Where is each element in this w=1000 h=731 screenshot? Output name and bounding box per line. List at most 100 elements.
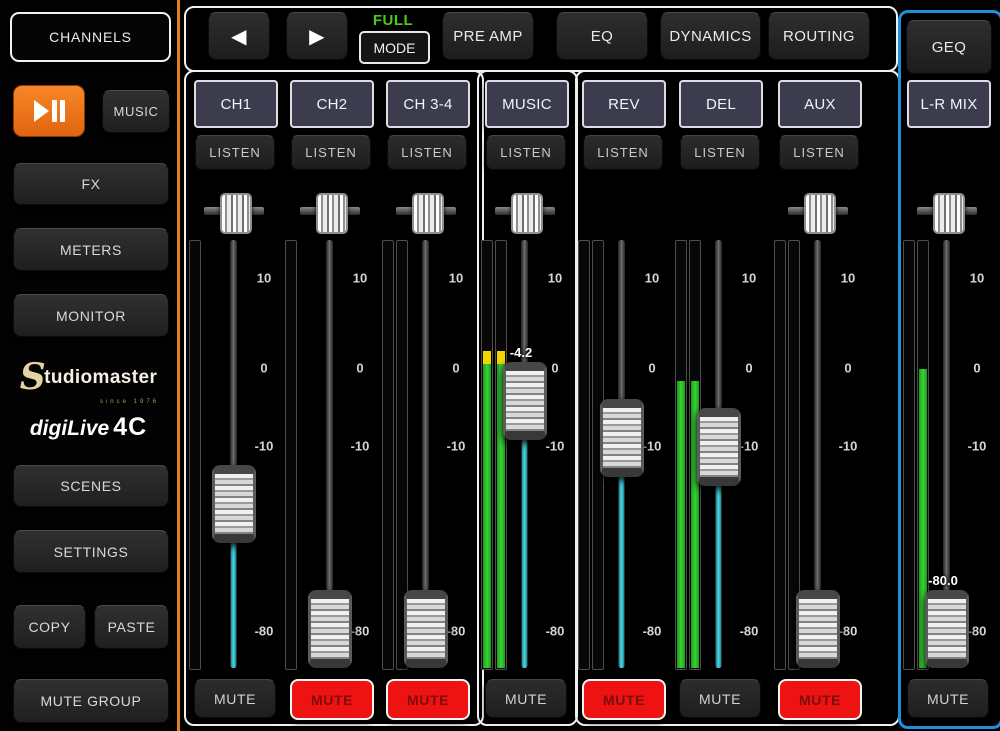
listen-button[interactable]: LISTEN <box>583 135 663 170</box>
fader-scale-label: -80 <box>731 624 767 639</box>
fader-scale-label: 10 <box>438 271 474 286</box>
level-meter <box>774 240 786 670</box>
strip-aux: AUX LISTEN 100-10-80 MUTE <box>772 0 864 731</box>
model-version: 4C <box>113 413 147 441</box>
strip-lrmix: L-R MIX 100-10-80 -80.0 MUTE <box>901 0 993 731</box>
play-pause-button[interactable] <box>13 85 85 137</box>
pan-knob[interactable] <box>933 193 965 234</box>
paste-button[interactable]: PASTE <box>94 605 169 649</box>
play-pause-icon <box>60 100 65 122</box>
brand-logo-text: tudiomaster <box>44 367 157 388</box>
play-pause-icon <box>34 100 49 122</box>
fader-scale-label: 0 <box>246 361 282 376</box>
fader-scale-label: -80 <box>634 624 670 639</box>
level-meter <box>189 240 201 670</box>
level-meter-fill <box>483 351 491 668</box>
fader-sub-track <box>231 541 236 668</box>
pan-knob[interactable] <box>412 193 444 234</box>
fader-knob[interactable] <box>925 590 969 668</box>
meter-peak-segment <box>483 351 491 364</box>
fader-knob[interactable] <box>503 362 547 440</box>
fader-scale-label: 10 <box>342 271 378 286</box>
fader-value-label: -80.0 <box>913 573 973 588</box>
fader-scale-label: 10 <box>537 271 573 286</box>
fader-scale-label: 10 <box>246 271 282 286</box>
channel-select-button[interactable]: MUSIC <box>485 80 569 128</box>
strip-rev: REV LISTEN 100-10-80 MUTE <box>576 0 668 731</box>
listen-button[interactable]: LISTEN <box>387 135 467 170</box>
pan-knob[interactable] <box>316 193 348 234</box>
listen-button[interactable]: LISTEN <box>291 135 371 170</box>
settings-button[interactable]: SETTINGS <box>13 530 169 573</box>
strip-ch1: CH1 LISTEN 100-10-80 MUTE <box>188 0 280 731</box>
mute-button[interactable]: MUTE <box>582 679 666 720</box>
channel-select-button[interactable]: CH1 <box>194 80 278 128</box>
fader-knob[interactable] <box>308 590 352 668</box>
channel-select-button[interactable]: AUX <box>778 80 862 128</box>
strip-del: DEL LISTEN 100-10-80 MUTE <box>673 0 765 731</box>
monitor-button[interactable]: MONITOR <box>13 294 169 337</box>
fader-knob[interactable] <box>697 408 741 486</box>
channels-button[interactable]: CHANNELS <box>10 12 171 62</box>
fader-sub-track <box>716 484 721 668</box>
fx-button[interactable]: FX <box>13 163 169 205</box>
channel-select-button[interactable]: L-R MIX <box>907 80 991 128</box>
mute-button[interactable]: MUTE <box>485 679 567 718</box>
fader-scale-label: 10 <box>731 271 767 286</box>
fader-scale-label: 0 <box>959 361 995 376</box>
brand-logo-s: S <box>20 356 46 398</box>
strip-ch34: CH 3-4 LISTEN 100-10-80 MUTE <box>380 0 472 731</box>
level-meter <box>382 240 394 670</box>
level-meter <box>285 240 297 670</box>
fader-scale-label: 10 <box>634 271 670 286</box>
mute-button[interactable]: MUTE <box>778 679 862 720</box>
fader-sub-track <box>619 475 624 668</box>
fader-scale-label: 0 <box>342 361 378 376</box>
fader-sub-track <box>522 438 527 668</box>
fader-knob[interactable] <box>404 590 448 668</box>
strip-ch2: CH2 LISTEN 100-10-80 MUTE <box>284 0 376 731</box>
fader-value-label: -4.2 <box>491 345 551 360</box>
listen-button[interactable]: LISTEN <box>680 135 760 170</box>
fader-scale-label: -80 <box>246 624 282 639</box>
fader-knob[interactable] <box>212 465 256 543</box>
pan-knob[interactable] <box>804 193 836 234</box>
fader-scale-label: 0 <box>634 361 670 376</box>
channel-select-button[interactable]: DEL <box>679 80 763 128</box>
sidebar: CHANNELS MUSIC FX METERS MONITOR Studiom… <box>0 0 177 731</box>
meters-button[interactable]: METERS <box>13 228 169 271</box>
mute-button[interactable]: MUTE <box>194 679 276 718</box>
scenes-button[interactable]: SCENES <box>13 465 169 507</box>
channel-select-button[interactable]: REV <box>582 80 666 128</box>
mute-button[interactable]: MUTE <box>386 679 470 720</box>
strip-music: MUSIC LISTEN 100-10-80 -4.2 MUTE <box>479 0 571 731</box>
mute-button[interactable]: MUTE <box>290 679 374 720</box>
channel-select-button[interactable]: CH2 <box>290 80 374 128</box>
fader-scale-label: -80 <box>537 624 573 639</box>
mute-group-button[interactable]: MUTE GROUP <box>13 679 169 723</box>
channel-select-button[interactable]: CH 3-4 <box>386 80 470 128</box>
fader-scale-label: 0 <box>438 361 474 376</box>
copy-button[interactable]: COPY <box>13 605 86 649</box>
brand-logo: Studiomaster since 1976 digiLive4C <box>0 356 177 442</box>
level-meter <box>675 240 687 670</box>
play-pause-icon <box>52 100 57 122</box>
listen-button[interactable]: LISTEN <box>195 135 275 170</box>
fader-knob[interactable] <box>796 590 840 668</box>
music-player-button[interactable]: MUSIC <box>102 90 170 133</box>
fader-knob[interactable] <box>600 399 644 477</box>
fader-scale-label: -10 <box>537 439 573 454</box>
listen-button[interactable]: LISTEN <box>779 135 859 170</box>
listen-button[interactable]: LISTEN <box>486 135 566 170</box>
model-name: digiLive <box>30 417 109 440</box>
pan-knob[interactable] <box>220 193 252 234</box>
pan-knob[interactable] <box>511 193 543 234</box>
fader-scale-label: 10 <box>959 271 995 286</box>
brand-tagline: since 1976 <box>0 399 177 405</box>
mute-button[interactable]: MUTE <box>679 679 761 718</box>
mute-button[interactable]: MUTE <box>907 679 989 718</box>
model-logo: digiLive4C <box>0 413 177 442</box>
level-meter <box>903 240 915 670</box>
fader-scale-label: 0 <box>830 361 866 376</box>
fader-scale-label: -10 <box>830 439 866 454</box>
